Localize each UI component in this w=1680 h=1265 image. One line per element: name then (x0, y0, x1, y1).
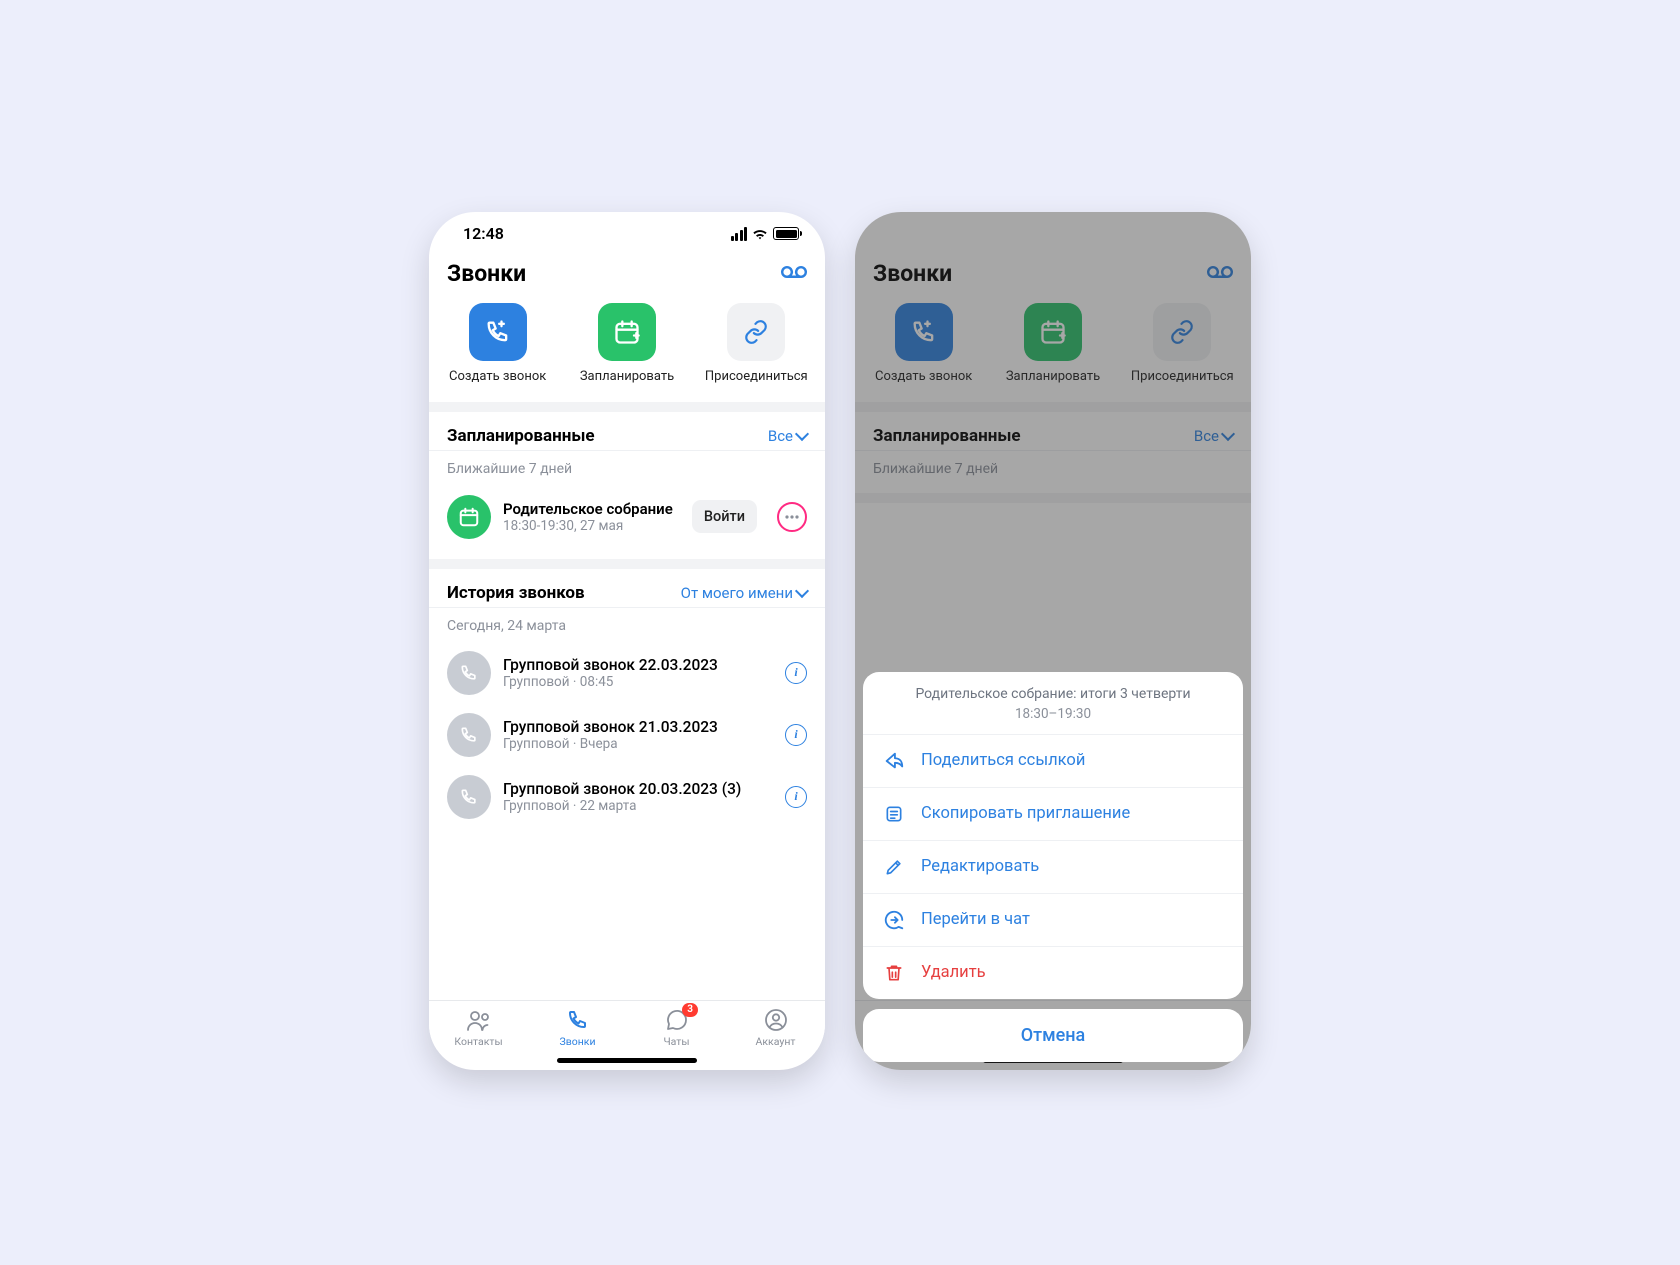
history-day-label: Сегодня, 24 марта (447, 618, 807, 634)
wifi-icon (752, 228, 768, 240)
contacts-icon (429, 1007, 528, 1033)
status-time: 12:48 (463, 224, 504, 243)
chevron-down-icon (795, 426, 809, 440)
share-link-row[interactable]: Поделиться ссылкой (863, 735, 1243, 788)
battery-icon (773, 227, 799, 240)
phone-left: 12:48 Звонки Создать звонок (429, 212, 825, 1070)
share-icon (883, 750, 905, 772)
tab-calls[interactable]: Звонки (528, 1007, 627, 1048)
cancel-button[interactable]: Отмена (863, 1009, 1243, 1062)
two-phone-mockup: 12:48 Звонки Создать звонок (208, 155, 1472, 1111)
sheet-title: Родительское собрание: итоги 3 четверти (873, 686, 1233, 702)
delete-row[interactable]: Удалить (863, 947, 1243, 999)
sheet-header: Родительское собрание: итоги 3 четверти … (863, 672, 1243, 735)
voicemail-icon[interactable] (781, 264, 807, 283)
info-icon[interactable]: i (785, 662, 807, 684)
sheet-time: 18:30–19:30 (873, 706, 1233, 722)
edit-row[interactable]: Редактировать (863, 841, 1243, 894)
scheduled-item-sub: 18:30-19:30, 27 мая (503, 518, 680, 534)
scheduled-span-label: Ближайшие 7 дней (447, 461, 807, 477)
phone-plus-icon (469, 303, 527, 361)
phone-avatar-icon (447, 775, 491, 819)
scheduled-title: Запланированные (447, 426, 595, 446)
phone-right: 12:48 Звонки Создать звонок Запланироват… (855, 212, 1251, 1070)
more-button[interactable] (777, 502, 807, 532)
scheduled-item-title: Родительское собрание (503, 500, 680, 518)
action-sheet: Родительское собрание: итоги 3 четверти … (863, 672, 1243, 1062)
trash-icon (883, 962, 905, 984)
history-row[interactable]: Групповой звонок 20.03.2023 (3)Групповой… (447, 766, 807, 828)
chevron-down-icon (795, 583, 809, 597)
tab-bar: Контакты Звонки 3 Чаты Аккаунт (429, 1000, 825, 1050)
scheduled-item[interactable]: Родительское собрание 18:30-19:30, 27 ма… (447, 485, 807, 551)
schedule-label: Запланировать (567, 369, 687, 384)
tab-contacts[interactable]: Контакты (429, 1007, 528, 1048)
phone-avatar-icon (447, 651, 491, 695)
calendar-avatar-icon (447, 495, 491, 539)
page-title: Звонки (447, 260, 526, 287)
status-icons (731, 227, 800, 241)
info-icon[interactable]: i (785, 786, 807, 808)
calls-tab-icon (528, 1007, 627, 1033)
calendar-plus-icon (598, 303, 656, 361)
copy-icon (883, 803, 905, 825)
home-indicator (557, 1058, 697, 1063)
scheduled-filter[interactable]: Все (768, 427, 807, 445)
pencil-icon (883, 856, 905, 878)
chat-arrow-icon (883, 909, 905, 931)
create-call-label: Создать звонок (438, 369, 558, 384)
join-label: Присоединиться (696, 369, 816, 384)
account-icon (726, 1007, 825, 1033)
signal-icon (731, 227, 748, 241)
copy-invite-row[interactable]: Скопировать приглашение (863, 788, 1243, 841)
tab-account[interactable]: Аккаунт (726, 1007, 825, 1048)
schedule-tile[interactable]: Запланировать (567, 303, 687, 384)
scheduled-section: Запланированные Все Ближайшие 7 дней Род… (429, 412, 825, 569)
history-row[interactable]: Групповой звонок 21.03.2023Групповой · В… (447, 704, 807, 766)
chats-badge: 3 (682, 1003, 698, 1017)
quick-actions: Создать звонок Запланировать Присоединит… (429, 297, 825, 412)
join-button[interactable]: Войти (692, 500, 757, 533)
tab-chats[interactable]: 3 Чаты (627, 1007, 726, 1048)
goto-chat-row[interactable]: Перейти в чат (863, 894, 1243, 947)
create-call-tile[interactable]: Создать звонок (438, 303, 558, 384)
status-bar: 12:48 (429, 212, 825, 256)
join-tile[interactable]: Присоединиться (696, 303, 816, 384)
history-row[interactable]: Групповой звонок 22.03.2023Групповой · 0… (447, 642, 807, 704)
info-icon[interactable]: i (785, 724, 807, 746)
chats-icon: 3 (627, 1007, 726, 1033)
link-icon (727, 303, 785, 361)
history-section: История звонков От моего имени Сегодня, … (429, 569, 825, 1000)
history-title: История звонков (447, 583, 585, 603)
phone-avatar-icon (447, 713, 491, 757)
history-filter[interactable]: От моего имени (681, 584, 807, 602)
